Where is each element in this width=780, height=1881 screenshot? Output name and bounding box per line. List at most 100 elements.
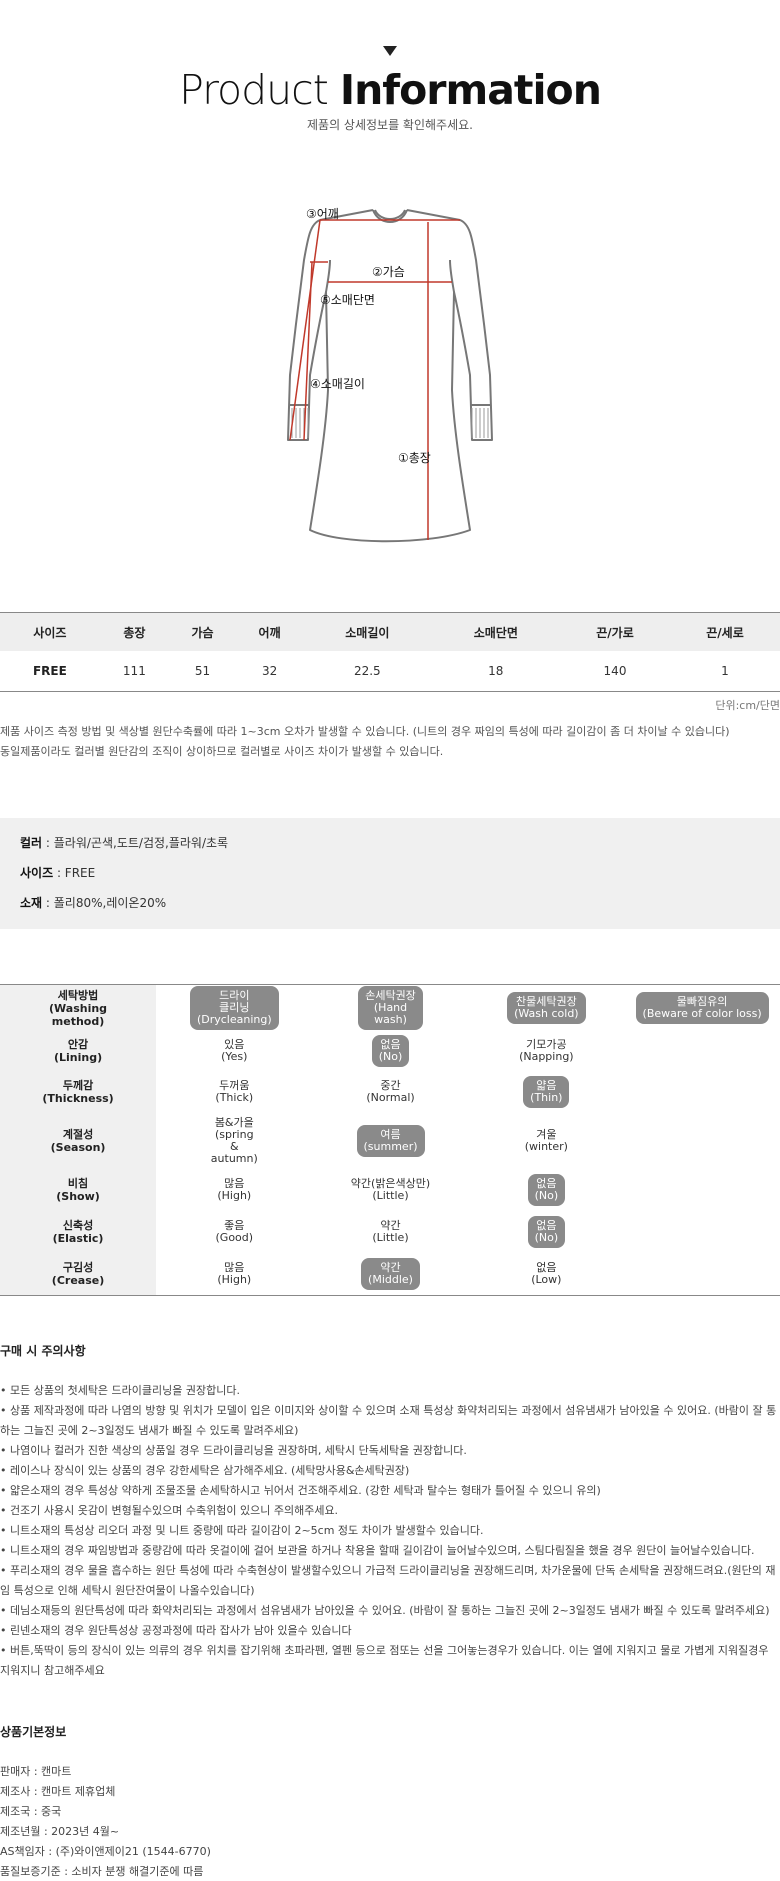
basic-info-item: 제조년월 : 2023년 4월~ — [0, 1825, 120, 1838]
caution-item: 지워지니 참고해주세요 — [0, 1664, 105, 1677]
care-cell: 여름 (summer) — [313, 1113, 469, 1169]
care-label-line: (Show) — [56, 1190, 100, 1203]
label-shoulder: ③어깨 — [306, 207, 339, 221]
care-row-label: 세탁방법 (Washing method) — [0, 984, 157, 1031]
care-option: 약간(밝은색상만) (Little) — [314, 1178, 468, 1202]
care-option-line: (Beware of color loss) — [642, 1007, 762, 1020]
care-option: 봄&가을 (spring & autumn) — [157, 1117, 311, 1165]
label-sleeve-opening: ⑤소매단면 — [320, 293, 375, 307]
caution-item: • 건조기 사용시 옷감이 변형될수있으며 수축위험이 있으니 주의해주세요. — [0, 1504, 339, 1517]
care-option: 두꺼움 (Thick) — [157, 1080, 311, 1104]
care-option-line: (Little) — [372, 1231, 409, 1244]
care-label-line: 세탁방법 — [57, 988, 99, 1002]
basic-info-item: AS책임자 : (주)와이앤제이21 (1544-6770) — [0, 1845, 211, 1858]
care-option-line: (Wash cold) — [514, 1007, 579, 1020]
care-cell — [624, 1253, 780, 1295]
care-option-line: (Low) — [531, 1272, 562, 1286]
dress-measurement-illustration: ③어깨 ②가슴 ⑤소매단면 ④소매길이 ①총장 — [287, 207, 493, 543]
size-label: 사이즈 — [20, 866, 54, 880]
caution-item: • 린넨소재의 경우 원단특성상 공정과정에 따라 잡사가 남아 있을수 있습니… — [0, 1624, 352, 1637]
care-cell: 드라이 클리닝 (Drycleaning) — [156, 985, 312, 1032]
care-cell: 얇음 (Thin) — [469, 1071, 625, 1113]
care-cell: 없음 (No) — [469, 1211, 625, 1253]
header-strap-height: 끈/세로 — [669, 612, 780, 651]
table-row: 비침 (Show) 많음 (High) 약간(밝은색상만) (Little) 없음 (No) — [0, 1169, 780, 1211]
care-option-selected: 물빠짐유의 (Beware of color loss) — [635, 992, 769, 1024]
cell-strap-width: 140 — [560, 651, 670, 692]
color-value: : 플라워/곤색,도트/검정,플라워/초록 — [42, 836, 229, 850]
care-cell: 없음 (No) — [469, 1169, 625, 1211]
care-label-line: (Elastic) — [52, 1232, 104, 1245]
care-cell: 많음 (High) — [156, 1169, 312, 1211]
care-option-line: (Normal) — [366, 1091, 415, 1104]
caution-item: • 레이스나 장식이 있는 상품의 경우 강한세탁은 삼가해주세요. (세탁망사… — [0, 1464, 410, 1477]
cell-chest: 51 — [169, 651, 237, 692]
color-info: 컬러 : 플라워/곤색,도트/검정,플라워/초록 — [20, 834, 228, 851]
page-title: Product Information — [0, 66, 780, 114]
care-option-selected: 드라이 클리닝 (Drycleaning) — [189, 986, 279, 1030]
size-info: 사이즈 : FREE — [20, 864, 95, 881]
header-total-length: 총장 — [99, 612, 170, 651]
care-option-line: (Little) — [372, 1189, 409, 1202]
care-row-label: 안감 (Lining) — [0, 1031, 157, 1071]
care-cell: 많음 (High) — [156, 1253, 312, 1295]
table-row: 계절성 (Season) 봄&가을 (spring & autumn) 여름 (summer)… — [0, 1113, 780, 1169]
care-cell: 약간 (Middle) — [313, 1253, 469, 1295]
care-cell: 좋음 (Good) — [156, 1211, 312, 1253]
care-option-selected: 없음 (No) — [527, 1216, 566, 1248]
title-light: Product — [179, 66, 329, 114]
care-option-line: (No) — [534, 1231, 559, 1244]
caution-item: • 나염이나 컬러가 진한 색상의 상품일 경우 드라이클리닝을 권장하며, 세… — [0, 1444, 467, 1457]
header-sleeve-opening: 소매단면 — [431, 612, 561, 651]
care-option-line: (Thick) — [215, 1091, 254, 1104]
cell-sleeve-length: 22.5 — [303, 651, 432, 692]
cell-total-length: 111 — [99, 651, 170, 692]
caution-item: 임 특성으로 인해 세탁시 원단잔여물이 나올수있습니다) — [0, 1584, 255, 1597]
caution-item: • 니트소재의 특성상 리오더 과정 및 니트 중량에 따라 길이감이 2~5c… — [0, 1524, 484, 1537]
care-cell: 찬물세탁권장 (Wash cold) — [469, 985, 625, 1032]
basic-info-item: 제조국 : 중국 — [0, 1805, 62, 1818]
care-option-selected: 여름 (summer) — [356, 1125, 425, 1157]
material-value: : 폴리80%,레이온20% — [42, 896, 167, 910]
care-cell: 봄&가을 (spring & autumn) — [156, 1113, 312, 1169]
page-subtitle: 제품의 상세정보를 확인해주세요. — [306, 118, 473, 132]
label-chest: ②가슴 — [372, 265, 405, 279]
care-cell — [624, 1113, 780, 1169]
care-cell: 두꺼움 (Thick) — [156, 1071, 312, 1113]
caution-item: • 상품 제작과정에 따라 나염의 방향 및 위치가 모델이 입은 이미지와 상… — [0, 1404, 777, 1417]
care-option: 기모가공 (Napping) — [470, 1039, 624, 1063]
care-label-line: (Crease) — [51, 1273, 105, 1287]
table-row: 안감 (Lining) 있음 (Yes) 없음 (No) 기모가공 (Napping) — [0, 1031, 780, 1071]
care-cell: 중간 (Normal) — [313, 1071, 469, 1113]
care-label-line: (Season) — [50, 1141, 106, 1154]
care-cell — [624, 1211, 780, 1253]
down-arrow-icon — [383, 46, 397, 56]
care-option-selected: 손세탁권장 (Hand wash) — [358, 986, 423, 1030]
header-chest: 가슴 — [169, 612, 237, 651]
care-cell: 약간 (Little) — [313, 1211, 469, 1253]
care-row-label: 신축성 (Elastic) — [0, 1211, 157, 1253]
cautions-title: 구매 시 주의사항 — [0, 1344, 86, 1358]
care-option: 좋음 (Good) — [157, 1220, 311, 1244]
care-label-line: (Lining) — [53, 1051, 103, 1064]
care-cell: 없음 (No) — [313, 1031, 469, 1071]
care-option: 약간 (Little) — [314, 1220, 468, 1244]
table-row: 신축성 (Elastic) 좋음 (Good) 약간 (Little) 없음 (No) — [0, 1211, 780, 1253]
care-option-line: (Good) — [215, 1231, 254, 1244]
color-label: 컬러 — [20, 836, 43, 850]
basic-info-item: 품질보증기준 : 소비자 분쟁 해결기준에 따름 — [0, 1865, 204, 1878]
size-table: 사이즈 총장 가슴 어깨 소매길이 소매단면 끈/가로 끈/세로 FREE 11… — [0, 612, 780, 692]
care-option-selected: 없음 (No) — [371, 1035, 410, 1067]
caution-item: • 모든 상품의 첫세탁은 드라이클리닝을 권장합니다. — [0, 1384, 240, 1397]
material-label: 소재 — [20, 896, 43, 910]
header-sleeve-length: 소매길이 — [303, 612, 432, 651]
care-option-selected: 얇음 (Thin) — [523, 1076, 570, 1108]
care-label-line: 두께감 — [62, 1079, 94, 1092]
care-option-line: (winter) — [524, 1140, 568, 1153]
care-option: 겨울 (winter) — [470, 1129, 624, 1153]
care-option-line: (Yes) — [221, 1050, 248, 1063]
care-option: 중간 (Normal) — [314, 1080, 468, 1104]
material-info: 소재 : 폴리80%,레이온20% — [20, 894, 166, 911]
care-label-line: 계절성 — [62, 1128, 94, 1141]
care-row-label: 두께감 (Thickness) — [0, 1071, 157, 1113]
